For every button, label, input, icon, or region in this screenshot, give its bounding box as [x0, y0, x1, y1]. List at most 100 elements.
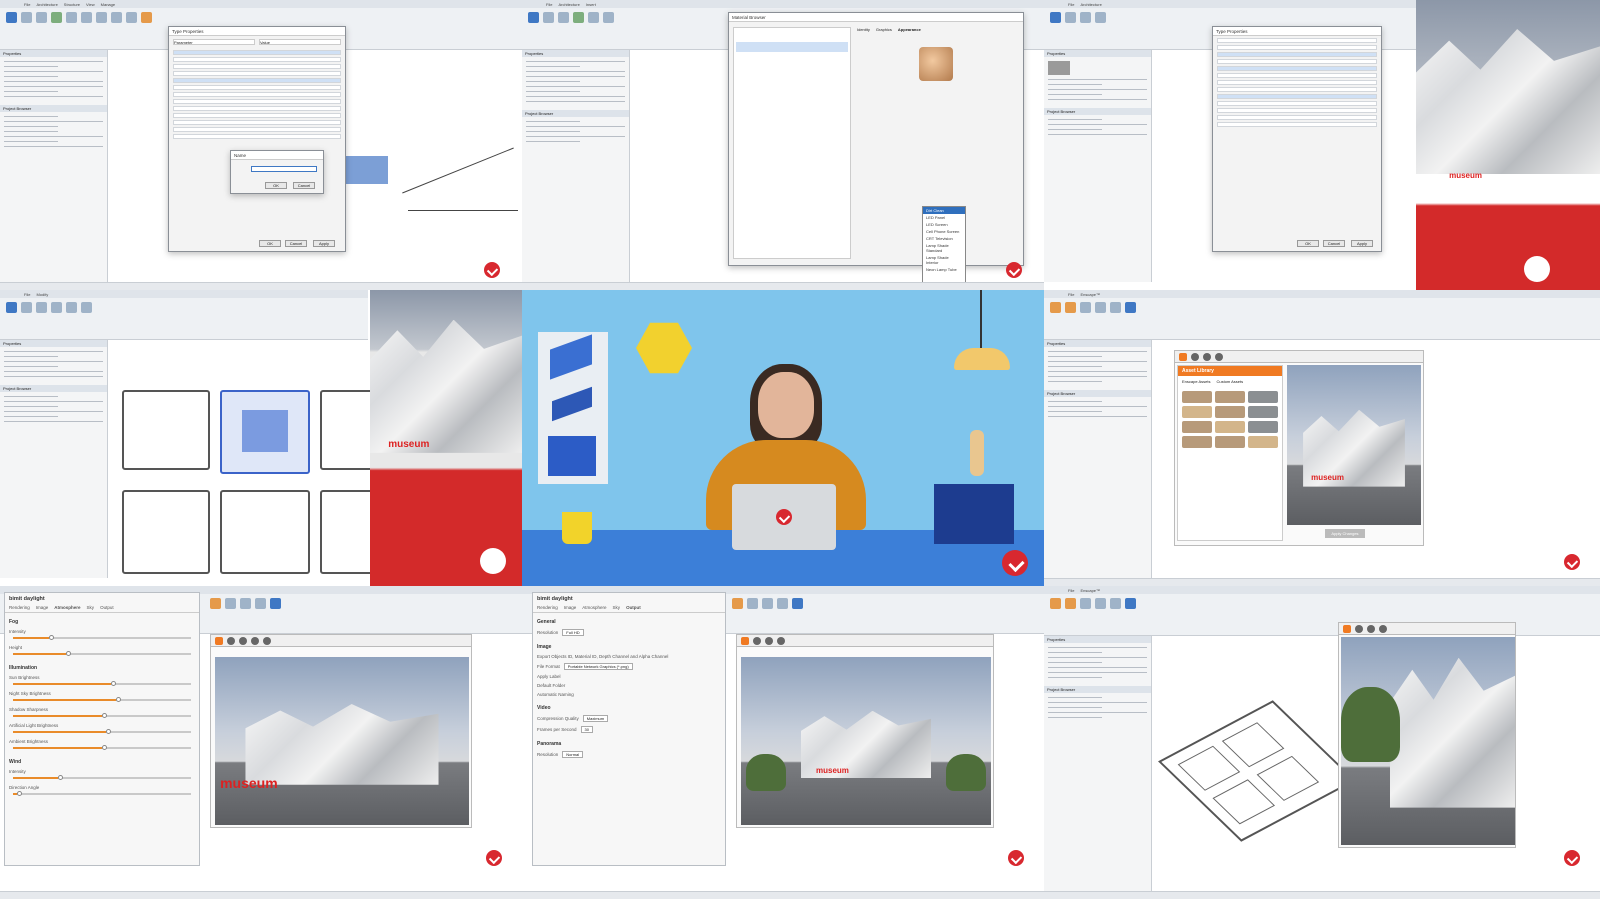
settings-icon[interactable]: [762, 598, 773, 609]
material-dropdown[interactable]: Dirt Clean LED Panel LED Screen Cell Pho…: [922, 206, 966, 290]
tab-output[interactable]: Output: [100, 605, 114, 610]
door-icon[interactable]: [36, 12, 47, 23]
component-icon[interactable]: [588, 12, 599, 23]
menu-manage[interactable]: Manage: [101, 2, 115, 7]
door-icon[interactable]: [558, 12, 569, 23]
dropdown-item[interactable]: Lamp Shade Standard: [923, 242, 965, 254]
component-icon[interactable]: [66, 12, 77, 23]
dropdown-item[interactable]: Cell Phone Screen: [923, 228, 965, 235]
tab-identity[interactable]: Identity: [857, 27, 870, 32]
tab-enscape-assets[interactable]: Enscape Assets: [1182, 379, 1210, 384]
tab-rendering[interactable]: Rendering: [9, 605, 30, 610]
camera-icon[interactable]: [1191, 353, 1199, 361]
window-icon[interactable]: [51, 12, 62, 23]
fps-select[interactable]: 30: [580, 726, 593, 733]
dropdown-item[interactable]: Neon Lamp Tube: [923, 266, 965, 273]
modify-icon[interactable]: [528, 12, 539, 23]
door-icon[interactable]: [1080, 12, 1091, 23]
roof-icon[interactable]: [96, 12, 107, 23]
feedback-icon[interactable]: [270, 598, 281, 609]
enscape-start-icon[interactable]: [1050, 598, 1061, 609]
dropdown-item[interactable]: LED Panel: [923, 214, 965, 221]
shadow-sharpness-slider[interactable]: [13, 713, 191, 718]
wind-direction-slider[interactable]: [13, 791, 191, 796]
material-selected-row[interactable]: [736, 42, 848, 52]
menu-structure[interactable]: Structure: [64, 2, 80, 7]
wall-icon[interactable]: [543, 12, 554, 23]
compression-select[interactable]: Maximum: [582, 715, 609, 722]
settings-icon[interactable]: [777, 637, 785, 645]
ceiling-icon[interactable]: [111, 12, 122, 23]
asset-icon[interactable]: [765, 637, 773, 645]
asset-thumb[interactable]: [1215, 421, 1245, 433]
ok-button[interactable]: OK: [259, 240, 281, 247]
screenshot-icon[interactable]: [777, 598, 788, 609]
mirror-icon[interactable]: [66, 302, 77, 313]
camera-icon[interactable]: [753, 637, 761, 645]
wind-intensity-slider[interactable]: [13, 775, 191, 780]
name-input[interactable]: [251, 166, 317, 172]
enscape-home-icon[interactable]: [215, 637, 223, 645]
export-channels-checkbox[interactable]: Export Objects ID, Material ID, Depth Ch…: [533, 652, 725, 661]
settings-icon[interactable]: [1095, 302, 1106, 313]
asset-thumb[interactable]: [1248, 406, 1278, 418]
night-sky-slider[interactable]: [13, 697, 191, 702]
menu-file[interactable]: File: [1068, 2, 1074, 7]
tab-image[interactable]: Image: [564, 605, 577, 610]
asset-thumb[interactable]: [1215, 406, 1245, 418]
cancel-button[interactable]: Cancel: [285, 240, 307, 247]
feedback-icon[interactable]: [792, 598, 803, 609]
plan-room[interactable]: [122, 490, 210, 574]
column-icon[interactable]: [603, 12, 614, 23]
menu-view[interactable]: View: [86, 2, 95, 7]
window-icon[interactable]: [1095, 12, 1106, 23]
enscape-home-icon[interactable]: [1179, 353, 1187, 361]
column-icon[interactable]: [81, 12, 92, 23]
tab-sky[interactable]: Sky: [87, 605, 95, 610]
menu-architecture[interactable]: Architecture: [36, 2, 57, 7]
plan-room-selected[interactable]: [220, 390, 310, 474]
fog-height-slider[interactable]: [13, 651, 191, 656]
fog-intensity-slider[interactable]: [13, 635, 191, 640]
screenshot-icon[interactable]: [1110, 598, 1121, 609]
apply-changes-button[interactable]: Apply Changes: [1325, 529, 1365, 538]
menu-architecture[interactable]: Architecture: [1080, 2, 1101, 7]
file-format-select[interactable]: Portable Network Graphics (*.png): [563, 663, 633, 670]
asset-icon[interactable]: [1203, 353, 1211, 361]
apply-button[interactable]: Apply: [1351, 240, 1373, 247]
settings-icon[interactable]: [251, 637, 259, 645]
menu-modify[interactable]: Modify: [36, 292, 48, 297]
asset-thumb[interactable]: [1182, 391, 1212, 403]
camera-icon[interactable]: [227, 637, 235, 645]
asset-thumb[interactable]: [1248, 421, 1278, 433]
tab-output[interactable]: Output: [626, 605, 641, 610]
enscape-start-icon[interactable]: [1050, 302, 1061, 313]
sun-brightness-slider[interactable]: [13, 681, 191, 686]
menu-file[interactable]: File: [1068, 588, 1074, 593]
tab-sky[interactable]: Sky: [613, 605, 621, 610]
enscape-sync-icon[interactable]: [1065, 302, 1076, 313]
wall-icon[interactable]: [1065, 12, 1076, 23]
name-ok-button[interactable]: OK: [265, 182, 287, 189]
menu-insert[interactable]: Insert: [586, 2, 596, 7]
menu-file[interactable]: File: [24, 2, 30, 7]
view-icon[interactable]: [263, 637, 271, 645]
camera-icon[interactable]: [1355, 625, 1363, 633]
wall-icon[interactable]: [21, 12, 32, 23]
tab-atmosphere[interactable]: Atmosphere: [582, 605, 606, 610]
resolution-select[interactable]: Full HD: [562, 629, 584, 636]
modify-icon[interactable]: [6, 302, 17, 313]
asset-thumb[interactable]: [1248, 436, 1278, 448]
settings-icon[interactable]: [240, 598, 251, 609]
curtain-icon[interactable]: [141, 12, 152, 23]
modify-icon[interactable]: [6, 12, 17, 23]
plan-room[interactable]: [122, 390, 210, 470]
enscape-sync-icon[interactable]: [1065, 598, 1076, 609]
move-icon[interactable]: [21, 302, 32, 313]
asset-library-icon[interactable]: [1080, 598, 1091, 609]
auto-naming-checkbox[interactable]: Automatic Naming: [533, 690, 725, 699]
settings-icon[interactable]: [1095, 598, 1106, 609]
floor-plan-canvas[interactable]: [108, 340, 380, 578]
name-cancel-button[interactable]: Cancel: [293, 182, 315, 189]
settings-icon[interactable]: [1215, 353, 1223, 361]
